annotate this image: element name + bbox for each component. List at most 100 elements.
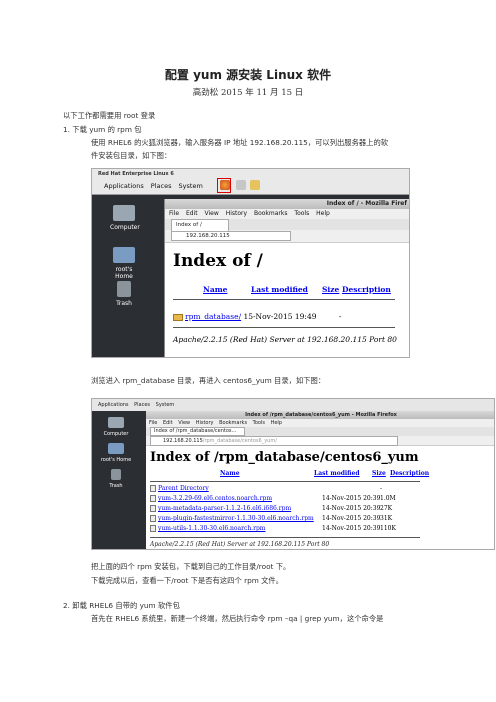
menu-view[interactable]: View <box>178 420 190 426</box>
column-modified-link[interactable]: Last modified <box>251 285 308 294</box>
listing-row: yum-metadata-parser-1.1.2-16.el6.i686.rp… <box>150 505 392 512</box>
menu-places[interactable]: Places <box>134 402 150 408</box>
url-input[interactable]: 192.168.20.115/rpm_database/centos6_yum/ <box>150 436 398 446</box>
desktop-icon-home[interactable]: root's Home <box>96 443 136 463</box>
divider <box>150 481 420 482</box>
column-size-link[interactable]: Size <box>372 470 386 477</box>
unknown-file-icon <box>150 525 156 532</box>
intro-text: 以下工作都需要用 root 登录 <box>63 111 156 120</box>
rpm-file-link[interactable]: yum-utils-1.1.30-30.el6.noarch.rpm <box>158 525 322 532</box>
menu-applications[interactable]: Applications <box>104 182 144 190</box>
desktop-icon-trash[interactable]: Trash <box>110 281 138 307</box>
browser-menubar: File Edit View History Bookmarks Tools H… <box>165 209 409 219</box>
menu-history[interactable]: History <box>226 210 247 217</box>
row-size: 31K <box>380 515 393 522</box>
back-icon <box>150 485 156 492</box>
menu-file[interactable]: File <box>149 420 157 426</box>
server-signature: Apache/2.2.15 (Red Hat) Server at 192.16… <box>173 335 397 344</box>
row-size: - <box>338 312 342 321</box>
page-heading: Index of /rpm_database/centos6_yum <box>150 450 419 465</box>
menu-history[interactable]: History <box>196 420 214 426</box>
menu-bookmarks[interactable]: Bookmarks <box>219 420 247 426</box>
unknown-file-icon <box>150 505 156 512</box>
notes-launcher-icon[interactable] <box>250 180 260 190</box>
step1-line2: 件安装包目录，如下图： <box>91 151 172 160</box>
desktop-icon-trash[interactable]: Trash <box>96 469 136 489</box>
menu-tools[interactable]: Tools <box>253 420 265 426</box>
gnome-top-panel: Red Hat Enterprise Linux 6 Applications … <box>92 169 409 195</box>
rpm-file-link[interactable]: yum-plugin-fastestmirror-1.1.30-30.el6.n… <box>158 515 322 522</box>
rpm-file-link[interactable]: yum-3.2.29-69.el6.centos.noarch.rpm <box>158 495 322 502</box>
computer-icon <box>113 205 135 221</box>
url-input[interactable]: 192.168.20.115 <box>171 230 291 241</box>
listing-row: Parent Directory - <box>150 485 382 492</box>
folder-icon <box>173 313 183 321</box>
desktop-icon-label: Computer <box>103 431 129 437</box>
home-folder-icon <box>113 247 135 263</box>
step2-heading: 2. 卸载 RHEL6 自带的 yum 软件包 <box>63 601 180 610</box>
column-modified-link[interactable]: Last modified <box>314 470 360 477</box>
menu-edit[interactable]: Edit <box>163 420 173 426</box>
home-folder-icon <box>108 443 124 454</box>
desktop-icon-label: root's Home <box>115 266 133 280</box>
window-title: Index of /rpm_database/centos6_yum - Moz… <box>146 411 494 419</box>
tab-bar: Index of /rpm_database/centos... <box>146 427 494 436</box>
column-size-link[interactable]: Size <box>322 285 339 294</box>
navigation-bar: 192.168.20.115 <box>165 230 409 243</box>
rpm-file-link[interactable]: yum-metadata-parser-1.1.2-16.el6.i686.rp… <box>158 505 322 512</box>
panel-menu: Applications Places System <box>104 182 208 190</box>
menu-tools[interactable]: Tools <box>294 210 309 217</box>
column-name-link[interactable]: Name <box>203 285 227 294</box>
url-host: 192.168.20.115 <box>163 438 203 444</box>
desktop-icon-label: Trash <box>109 483 123 489</box>
tab-bar: Index of / <box>165 219 409 232</box>
trash-icon <box>117 281 131 297</box>
menu-applications[interactable]: Applications <box>98 402 129 408</box>
browser-tab[interactable]: Index of /rpm_database/centos... <box>150 427 246 436</box>
row-size: 1.0M <box>380 495 396 502</box>
after-screenshot2-line1: 把上面的四个 rpm 安装包，下载到自己的工作目录/root 下。 <box>91 562 291 571</box>
parent-directory-link[interactable]: Parent Directory <box>158 485 322 492</box>
desktop-icon-computer[interactable]: Computer <box>110 205 140 231</box>
row-size: 27K <box>380 505 393 512</box>
menu-system[interactable]: System <box>179 182 203 190</box>
divider <box>173 327 395 328</box>
rpm-database-link[interactable]: rpm_database/ <box>185 312 241 321</box>
window-title: Index of / - Mozilla Firef <box>165 199 409 209</box>
gnome-top-panel: Applications Places System <box>92 399 494 411</box>
menu-view[interactable]: View <box>205 210 219 217</box>
menu-edit[interactable]: Edit <box>186 210 198 217</box>
desktop-icon-home[interactable]: root's Home <box>110 247 138 280</box>
listing-row: rpm_database/ 15-Nov-2015 19:49 - <box>173 312 341 321</box>
unknown-file-icon <box>150 515 156 522</box>
url-path: /rpm_database/centos6_yum/ <box>202 438 277 444</box>
listing-row: yum-3.2.29-69.el6.centos.noarch.rpm 14-No… <box>150 495 396 502</box>
computer-icon <box>108 417 124 428</box>
row-modified: 14-Nov-2015 20:39 <box>322 495 381 502</box>
menu-bookmarks[interactable]: Bookmarks <box>254 210 288 217</box>
page-heading: Index of / <box>173 251 263 271</box>
column-description-link[interactable]: Description <box>342 285 391 294</box>
mail-launcher-icon[interactable] <box>236 180 246 190</box>
column-name-link[interactable]: Name <box>220 470 240 477</box>
desktop-icon-computer[interactable]: Computer <box>96 417 136 437</box>
row-size: - <box>380 485 383 492</box>
os-title: Red Hat Enterprise Linux 6 <box>98 171 174 177</box>
browser-menubar: File Edit View History Bookmarks Tools H… <box>146 419 494 427</box>
menu-system[interactable]: System <box>156 402 175 408</box>
menu-help[interactable]: Help <box>316 210 330 217</box>
author-date-line: 高劲松 2015 年 11 月 15 日 <box>192 88 304 98</box>
menu-places[interactable]: Places <box>151 182 172 190</box>
unknown-file-icon <box>150 495 156 502</box>
column-description-link[interactable]: Description <box>390 470 429 477</box>
listing-row: yum-plugin-fastestmirror-1.1.30-30.el6.n… <box>150 515 392 522</box>
menu-help[interactable]: Help <box>271 420 282 426</box>
screenshot-rhel-desktop-index-root: Red Hat Enterprise Linux 6 Applications … <box>91 168 410 358</box>
divider <box>173 299 395 300</box>
step1-line1: 使用 RHEL6 的火狐浏览器，输入服务器 IP 地址 192.168.20.1… <box>91 138 389 147</box>
after-screenshot1-text: 浏览进入 rpm_database 目录，再进入 centos6_yum 目录，… <box>91 376 326 385</box>
row-size: 110K <box>380 525 396 532</box>
desktop-icon-label: root's Home <box>100 457 132 463</box>
desktop-icon-label: Computer <box>110 224 140 231</box>
menu-file[interactable]: File <box>169 210 179 217</box>
